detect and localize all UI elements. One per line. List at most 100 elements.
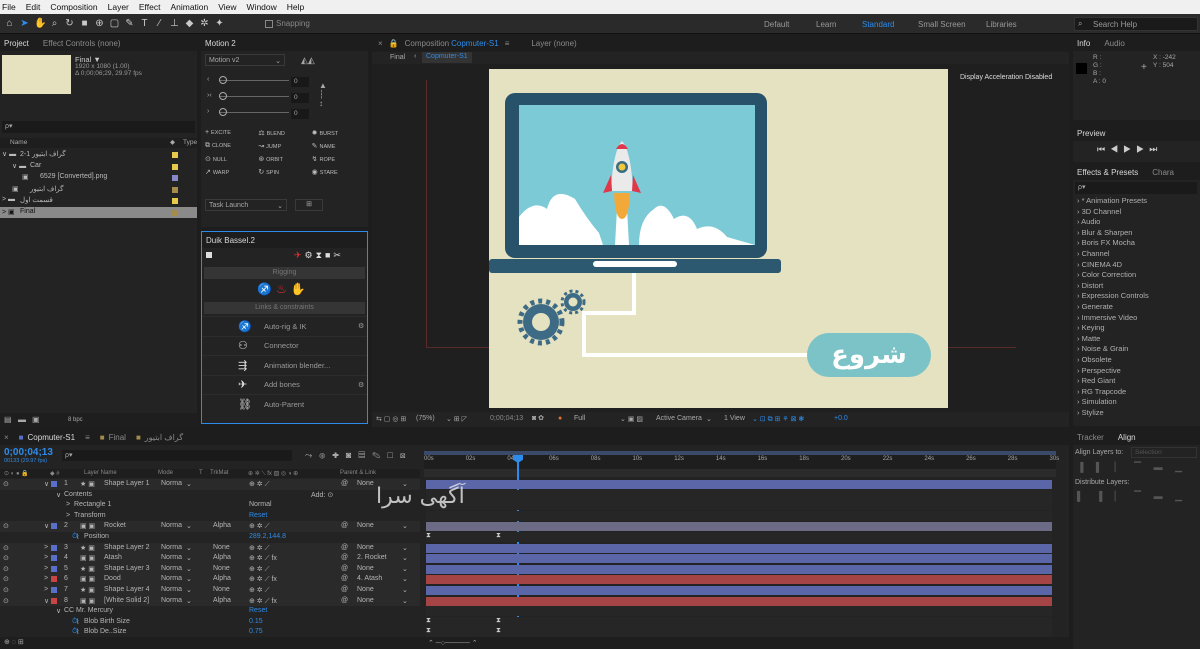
- views-select[interactable]: 1 View: [724, 415, 745, 422]
- label-color-swatch[interactable]: [172, 163, 178, 170]
- bones-red-icon[interactable]: ♨: [276, 282, 291, 296]
- blend-mode-select[interactable]: Norma: [161, 565, 182, 572]
- effect-category[interactable]: › Generate: [1073, 302, 1200, 313]
- effect-category[interactable]: › Stylize: [1073, 408, 1200, 419]
- parent-select[interactable]: None: [357, 586, 374, 593]
- parent-select[interactable]: None: [357, 565, 374, 572]
- expand-arrow-icon[interactable]: >: [44, 544, 48, 551]
- trkmat-select[interactable]: Alpha: [213, 575, 231, 582]
- expand-arrow-icon[interactable]: ⌇: [76, 533, 79, 541]
- zoom-tool-icon[interactable]: ⌕: [49, 18, 60, 29]
- tab-composition-label[interactable]: Composition: [405, 39, 449, 48]
- search-help-input[interactable]: ⌕ Search Help: [1074, 17, 1198, 31]
- motion-name-button[interactable]: ✎ NAME: [312, 142, 365, 150]
- toggle-switches-icon[interactable]: ⊕ ◌ ⊞: [4, 638, 24, 646]
- keyframe-icon[interactable]: ⧗: [426, 532, 431, 540]
- slider-3-value[interactable]: 0: [291, 109, 309, 119]
- visibility-icon[interactable]: ⊙: [3, 480, 9, 488]
- layer-row[interactable]: ⊙ >5 ★ ▣ Shape Layer 3 Norma ⌄ None ⊕ ✲ ⟋ @ None…: [0, 563, 420, 575]
- layer-row[interactable]: ⊙ >7 ★ ▣ Shape Layer 4 Norma ⌄ None ⊕ ✲ ⟋ @ None…: [0, 585, 420, 596]
- switches-icons[interactable]: ⊕ ✲ ⟋: [249, 480, 270, 489]
- switches-icons[interactable]: ⊕ ✲ ⟋: [249, 522, 270, 531]
- layer-name[interactable]: Rocket: [104, 522, 126, 529]
- motion-burst-button[interactable]: ✹ BURST: [312, 129, 365, 137]
- eraser-tool-icon[interactable]: ◆: [184, 18, 195, 29]
- project-item[interactable]: ∨ ▬ گراف ابتیور 1-2: [0, 149, 197, 161]
- snapping-checkbox[interactable]: [265, 19, 273, 28]
- tab-composition-name[interactable]: Copmuter-S1: [451, 39, 499, 48]
- menu-view[interactable]: View: [218, 2, 236, 12]
- layer-name[interactable]: Shape Layer 4: [104, 586, 150, 593]
- workspace-learn[interactable]: Learn: [816, 20, 836, 29]
- tab-effects-presets[interactable]: Effects & Presets: [1077, 168, 1138, 177]
- switches-icons[interactable]: ⊕ ✲ ⟋: [249, 586, 270, 595]
- parent-select[interactable]: None: [357, 522, 374, 529]
- property-row[interactable]: > Transform Reset: [0, 511, 420, 522]
- pickwhip-icon[interactable]: @: [341, 544, 348, 551]
- switches-icons[interactable]: ⊕ ✲ ⟋: [249, 544, 270, 553]
- project-item[interactable]: ∨ ▬ Car: [0, 161, 197, 173]
- switches-icons[interactable]: ⊕ ✲ ⟋ fx: [249, 575, 277, 584]
- effect-category[interactable]: › Expression Controls: [1073, 291, 1200, 302]
- duik-item[interactable]: ⚇ Connector: [202, 335, 367, 356]
- label-color-swatch[interactable]: [172, 198, 178, 204]
- pickwhip-icon[interactable]: @: [341, 597, 348, 604]
- layer-row[interactable]: ⊙ >4 ▣ ▣ Atash Norma ⌄ Alpha ⊕ ✲ ⟋ fx @2. Rocket…: [0, 553, 420, 564]
- property-value[interactable]: 289.2,144.8: [249, 533, 286, 540]
- menu-icon[interactable]: ≡: [505, 39, 510, 48]
- blend-mode-select[interactable]: Norma: [161, 522, 182, 529]
- duik-item[interactable]: ⛓ Auto-Parent: [202, 394, 367, 414]
- align-target-select[interactable]: Selection: [1131, 447, 1197, 458]
- layer-label-color[interactable]: [51, 544, 57, 551]
- blend-mode-select[interactable]: Norma: [161, 586, 182, 593]
- tab-info[interactable]: Info: [1077, 39, 1090, 48]
- interpret-footage-icon[interactable]: ▤: [4, 415, 12, 424]
- layer-label-color[interactable]: [51, 597, 57, 604]
- tab-timeline-final[interactable]: Final: [109, 433, 126, 442]
- camera-select[interactable]: Active Camera: [656, 415, 702, 422]
- zoom-slider[interactable]: ⌃ ─○───── ⌃: [428, 639, 478, 647]
- menu-layer[interactable]: Layer: [108, 2, 129, 12]
- property-row[interactable]: ⏱ ⌇ Position 289.2,144.8: [0, 532, 420, 543]
- marker-icon[interactable]: □: [387, 450, 399, 460]
- snapshot-icons[interactable]: ⇆ ▢ ◎ ⊞: [376, 415, 406, 423]
- workspace-standard[interactable]: Standard: [862, 20, 894, 29]
- ik-icon[interactable]: ♐: [257, 282, 276, 296]
- breadcrumb-comp[interactable]: Copmuter-S1: [422, 52, 472, 63]
- timeline-current-time[interactable]: 0;00;04;13: [4, 447, 53, 458]
- keyframe-icon[interactable]: ⧗: [496, 627, 501, 635]
- color-wheel-icon[interactable]: ●: [558, 415, 562, 422]
- effect-category[interactable]: › Red Giant: [1073, 376, 1200, 387]
- view-tools-icons[interactable]: ⌄ ⊡ ⧉ ⊞ ⚘ ⊠ ❃: [752, 415, 804, 424]
- menu-help[interactable]: Help: [287, 2, 304, 12]
- pickwhip-icon[interactable]: @: [341, 480, 348, 487]
- bpc-label[interactable]: 8 bpc: [68, 417, 83, 423]
- layer-label-color[interactable]: [51, 576, 57, 583]
- constraint-icon[interactable]: ⧗: [316, 250, 325, 260]
- hand-tool-icon[interactable]: ✋: [34, 18, 46, 29]
- effect-category[interactable]: › Matte: [1073, 334, 1200, 345]
- brush-tool-icon[interactable]: ⁄: [154, 18, 165, 29]
- close-icon[interactable]: ×: [4, 433, 9, 442]
- visibility-icon[interactable]: ⊙: [3, 597, 9, 605]
- options-icon[interactable]: ⚙: [358, 322, 364, 330]
- puppet-tool-icon[interactable]: ✦: [214, 18, 225, 29]
- layer-name[interactable]: Atash: [104, 554, 122, 561]
- motion-spin-button[interactable]: ↻ SPIN: [258, 168, 311, 176]
- motion-blur-icon[interactable]: ◙: [346, 450, 358, 460]
- keyframe-icon[interactable]: ⧗: [426, 617, 431, 625]
- comp-canvas[interactable]: شروع: [489, 69, 948, 408]
- tab-motion[interactable]: Motion 2: [205, 39, 236, 48]
- frame-blend-icon[interactable]: ✚: [332, 450, 346, 460]
- expand-arrow-icon[interactable]: >: [66, 501, 70, 508]
- lock-icon[interactable]: 🔒: [389, 39, 399, 48]
- trkmat-select[interactable]: None: [213, 586, 230, 593]
- prev-frame-icon[interactable]: ◀: [1110, 144, 1123, 154]
- pen-tool-icon[interactable]: ✎: [124, 18, 135, 29]
- expand-arrow-icon[interactable]: >: [44, 586, 48, 593]
- project-item[interactable]: ▣ گراف ابتیور: [0, 184, 197, 196]
- slider-2-value[interactable]: 0: [291, 93, 309, 103]
- duik-settings-icon[interactable]: [206, 252, 212, 258]
- task-run-button[interactable]: ⊞: [295, 199, 323, 211]
- solo-icon[interactable]: ⊠: [400, 450, 413, 460]
